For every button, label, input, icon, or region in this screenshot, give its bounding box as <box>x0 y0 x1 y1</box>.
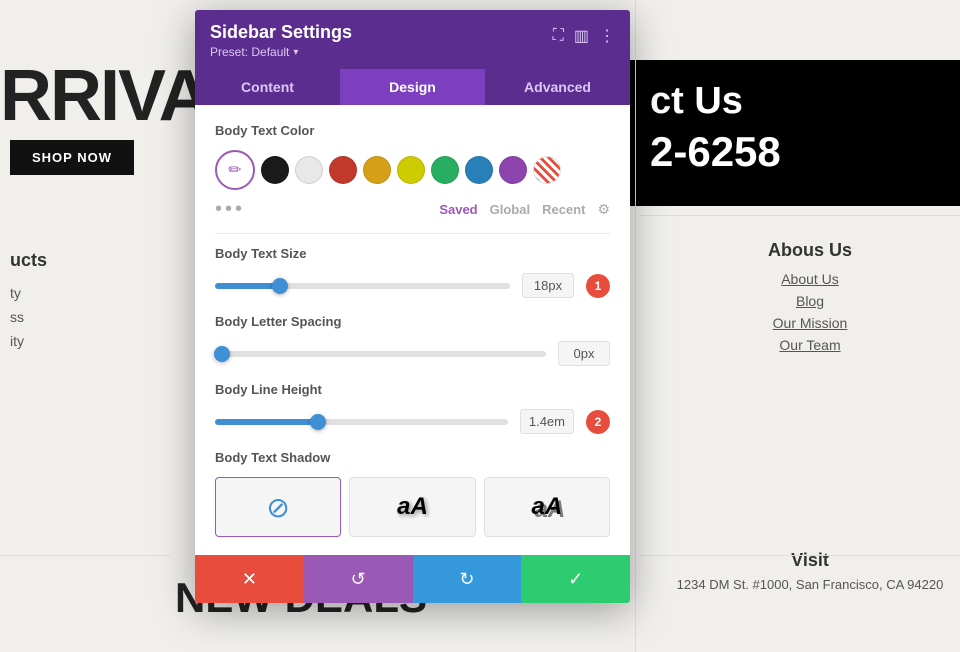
slider-track-height <box>215 419 508 425</box>
reset-button[interactable]: ↺ <box>304 555 413 603</box>
body-text-color-label: Body Text Color <box>215 123 610 138</box>
product-links: ty ss ity <box>10 285 24 357</box>
body-letter-spacing-slider[interactable] <box>215 351 546 357</box>
contact-phone: 2-6258 <box>650 128 940 176</box>
soft-shadow-label: aA <box>397 493 428 521</box>
about-us-links: About Us Blog Our Mission Our Team <box>670 271 950 353</box>
panel-footer: ✕ ↺ ↻ ✓ <box>195 555 630 603</box>
color-tab-recent[interactable]: Recent <box>542 202 585 217</box>
body-letter-spacing-slider-row: 0px <box>215 341 610 366</box>
color-swatch-gold[interactable] <box>363 156 391 184</box>
separator-vertical <box>635 0 636 652</box>
visit-section: Visit 1234 DM St. #1000, San Francisco, … <box>670 550 950 592</box>
body-text-size-value: 18px <box>522 273 574 298</box>
hard-shadow-label: aA <box>531 493 562 521</box>
panel-preset[interactable]: Preset: Default ▾ <box>210 45 352 59</box>
body-text-shadow-label: Body Text Shadow <box>215 450 610 465</box>
tab-advanced[interactable]: Advanced <box>485 69 630 105</box>
color-swatch-red[interactable] <box>329 156 357 184</box>
body-letter-spacing-section: Body Letter Spacing 0px <box>215 314 610 366</box>
color-tab-saved[interactable]: Saved <box>439 202 477 217</box>
shadow-option-soft[interactable]: aA <box>349 477 475 537</box>
color-swatch-yellow[interactable] <box>397 156 425 184</box>
color-swatch-white[interactable] <box>295 156 323 184</box>
contact-header: ct Us 2-6258 <box>630 60 960 206</box>
body-line-height-slider[interactable] <box>215 419 508 425</box>
more-options-icon[interactable]: ⋮ <box>599 26 615 46</box>
tab-design[interactable]: Design <box>340 69 485 105</box>
products-label: ucts <box>10 250 47 271</box>
color-more-dots[interactable]: ••• <box>215 198 245 221</box>
body-line-height-label: Body Line Height <box>215 382 610 397</box>
body-text-size-slider-row: 18px 1 <box>215 273 610 298</box>
color-swatch-green[interactable] <box>431 156 459 184</box>
color-tabs: Saved Global Recent ⚙ <box>439 201 610 218</box>
separator-h2 <box>640 555 960 556</box>
slider-fill-height <box>215 419 318 425</box>
body-line-height-value: 1.4em <box>520 409 574 434</box>
body-letter-spacing-value: 0px <box>558 341 610 366</box>
visit-address: 1234 DM St. #1000, San Francisco, CA 942… <box>670 577 950 592</box>
tab-content[interactable]: Content <box>195 69 340 105</box>
sidebar-settings-panel: Sidebar Settings Preset: Default ▾ ⛶ ▥ ⋮… <box>195 10 630 603</box>
divider-1 <box>215 233 610 234</box>
slider-thumb-size[interactable] <box>272 278 288 294</box>
body-text-size-slider[interactable] <box>215 283 510 289</box>
shop-now-button: SHOP NOW <box>10 140 134 175</box>
panel-title-block: Sidebar Settings Preset: Default ▾ <box>210 22 352 59</box>
color-swatch-purple[interactable] <box>499 156 527 184</box>
slider-thumb-spacing[interactable] <box>214 346 230 362</box>
panel-tabs: Content Design Advanced <box>195 69 630 105</box>
visit-title: Visit <box>670 550 950 571</box>
color-swatch-strikethrough[interactable] <box>533 156 561 184</box>
panel-body: Body Text Color ✏ ••• Saved Global Recen… <box>195 105 630 555</box>
preset-arrow-icon: ▾ <box>293 47 298 58</box>
color-picker-active[interactable]: ✏ <box>215 150 255 190</box>
slider-track-spacing <box>215 351 546 357</box>
preset-label: Preset: Default <box>210 45 289 59</box>
panel-title: Sidebar Settings <box>210 22 352 43</box>
shadow-options: ⊘ aA aA <box>215 477 610 537</box>
color-picker-row: ✏ <box>215 150 610 190</box>
redo-button[interactable]: ↻ <box>413 555 522 603</box>
color-row-more: ••• Saved Global Recent ⚙ <box>215 198 610 221</box>
body-text-size-section: Body Text Size 18px 1 <box>215 246 610 298</box>
cancel-button[interactable]: ✕ <box>195 555 304 603</box>
badge-1: 1 <box>586 274 610 298</box>
gear-icon[interactable]: ⚙ <box>597 201 610 218</box>
body-line-height-slider-row: 1.4em 2 <box>215 409 610 434</box>
about-us-title: Abous Us <box>670 240 950 261</box>
shadow-option-none[interactable]: ⊘ <box>215 477 341 537</box>
body-line-height-section: Body Line Height 1.4em 2 <box>215 382 610 434</box>
separator-h3 <box>0 555 170 556</box>
color-tab-global[interactable]: Global <box>490 202 530 217</box>
columns-icon[interactable]: ▥ <box>574 26 589 46</box>
no-shadow-icon: ⊘ <box>266 491 289 524</box>
contact-title: ct Us <box>650 80 940 123</box>
separator-h1 <box>640 215 960 216</box>
body-letter-spacing-label: Body Letter Spacing <box>215 314 610 329</box>
panel-header: Sidebar Settings Preset: Default ▾ ⛶ ▥ ⋮ <box>195 10 630 69</box>
slider-track-size <box>215 283 510 289</box>
about-us-section: Abous Us About Us Blog Our Mission Our T… <box>670 240 950 359</box>
color-swatch-black[interactable] <box>261 156 289 184</box>
body-text-size-label: Body Text Size <box>215 246 610 261</box>
badge-2: 2 <box>586 410 610 434</box>
pencil-icon: ✏ <box>228 160 241 180</box>
panel-header-icons: ⛶ ▥ ⋮ <box>553 26 615 46</box>
shadow-option-hard[interactable]: aA <box>484 477 610 537</box>
color-swatch-blue[interactable] <box>465 156 493 184</box>
save-button[interactable]: ✓ <box>521 555 630 603</box>
slider-fill-size <box>215 283 280 289</box>
slider-thumb-height[interactable] <box>310 414 326 430</box>
expand-icon[interactable]: ⛶ <box>553 27 564 45</box>
